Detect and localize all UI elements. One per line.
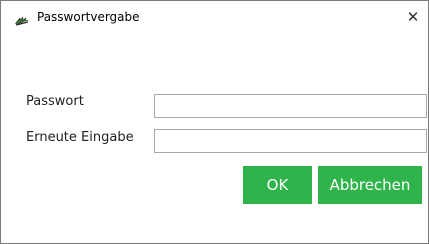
app-leaf-icon [14,12,30,26]
cancel-button[interactable]: Abbrechen [318,166,422,204]
confirm-password-label: Erneute Eingabe [26,130,134,145]
confirm-password-field[interactable] [154,129,427,153]
password-dialog: Passwortvergabe ✕ Passwort Erneute Einga… [0,0,429,244]
password-field[interactable] [154,94,427,118]
title-bar[interactable]: Passwortvergabe ✕ [1,1,428,33]
ok-button[interactable]: OK [243,166,312,204]
window-title: Passwortvergabe [37,10,140,24]
password-label: Passwort [26,94,84,109]
close-icon[interactable]: ✕ [398,1,428,33]
